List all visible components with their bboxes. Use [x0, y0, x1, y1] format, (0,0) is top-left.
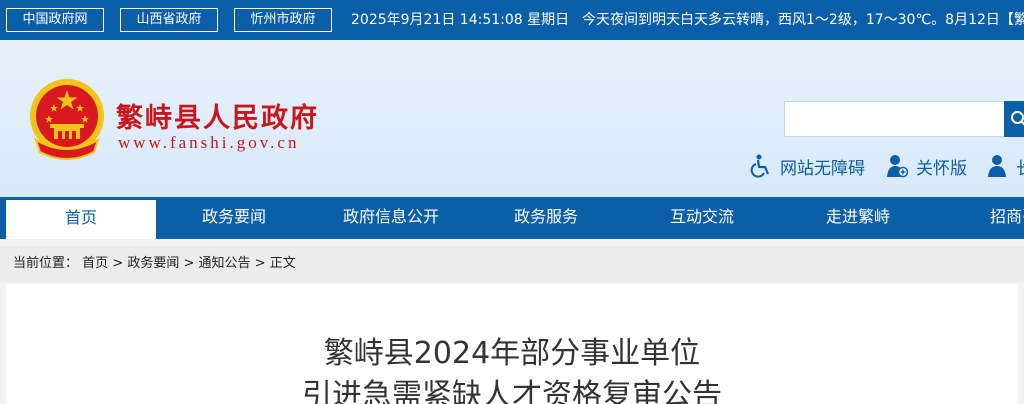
weather-ticker: 今天夜间到明天白天多云转晴，西风1～2级，17～30℃。8月12日【繁峙: [582, 10, 1024, 30]
national-emblem-icon: [28, 78, 106, 162]
article-title-line1: 繁峙县2024年部分事业单位: [6, 334, 1018, 374]
breadcrumb-home[interactable]: 首页: [82, 256, 108, 271]
breadcrumb-separator: >: [112, 256, 127, 271]
nav-item-news[interactable]: 政务要闻: [164, 197, 304, 237]
site-header: 繁峙县人民政府 www.fanshi.gov.cn 网站无障碍 关怀版 长: [0, 40, 1024, 197]
breadcrumb-news[interactable]: 政务要闻: [127, 256, 179, 271]
article-content: 繁峙县2024年部分事业单位 引进急需紧缺人才资格复审公告: [6, 284, 1018, 404]
accessibility-link[interactable]: 网站无障碍: [750, 153, 865, 179]
wheelchair-icon: [750, 154, 772, 178]
person-icon: [986, 154, 1008, 178]
top-bar: 中国政府网 山西省政府 忻州市政府 2025年9月21日 14:51:08 星期…: [0, 0, 1024, 40]
elder-mode-label: 长: [1016, 154, 1024, 179]
breadcrumb-current: 正文: [270, 256, 296, 271]
site-title: 繁峙县人民政府: [116, 96, 319, 135]
nav-item-info-disclosure[interactable]: 政府信息公开: [316, 197, 466, 237]
breadcrumb-notices[interactable]: 通知公告: [199, 256, 251, 271]
main-nav: 首页 政务要闻 政府信息公开 政务服务 互动交流 走进繁峙 招商引: [0, 197, 1024, 239]
link-shanxi-government[interactable]: 山西省政府: [120, 8, 218, 32]
nav-item-services[interactable]: 政务服务: [476, 197, 616, 237]
search-icon: [1010, 110, 1024, 128]
search-button[interactable]: [1004, 101, 1024, 137]
link-central-government[interactable]: 中国政府网: [6, 8, 104, 32]
current-datetime: 2025年9月21日 14:51:08 星期日: [351, 10, 569, 30]
nav-item-home[interactable]: 首页: [6, 200, 156, 239]
accessibility-label: 网站无障碍: [780, 154, 865, 179]
elder-care-icon: [886, 154, 908, 178]
breadcrumb-separator: >: [255, 256, 270, 271]
nav-item-interaction[interactable]: 互动交流: [632, 197, 772, 237]
search-input[interactable]: [784, 101, 1006, 137]
care-mode-link[interactable]: 关怀版: [886, 153, 967, 179]
link-xinzhou-government[interactable]: 忻州市政府: [234, 8, 332, 32]
care-mode-label: 关怀版: [916, 154, 967, 179]
nav-item-about-fanshi[interactable]: 走进繁峙: [788, 197, 928, 237]
site-url: www.fanshi.gov.cn: [118, 133, 299, 153]
breadcrumb-separator: >: [184, 256, 199, 271]
breadcrumb-prefix: 当前位置：: [13, 256, 78, 271]
nav-item-investment[interactable]: 招商引: [944, 197, 1024, 237]
breadcrumb: 当前位置： 首页 > 政务要闻 > 通知公告 > 正文: [0, 246, 1024, 282]
elder-mode-link[interactable]: 长: [986, 153, 1024, 179]
